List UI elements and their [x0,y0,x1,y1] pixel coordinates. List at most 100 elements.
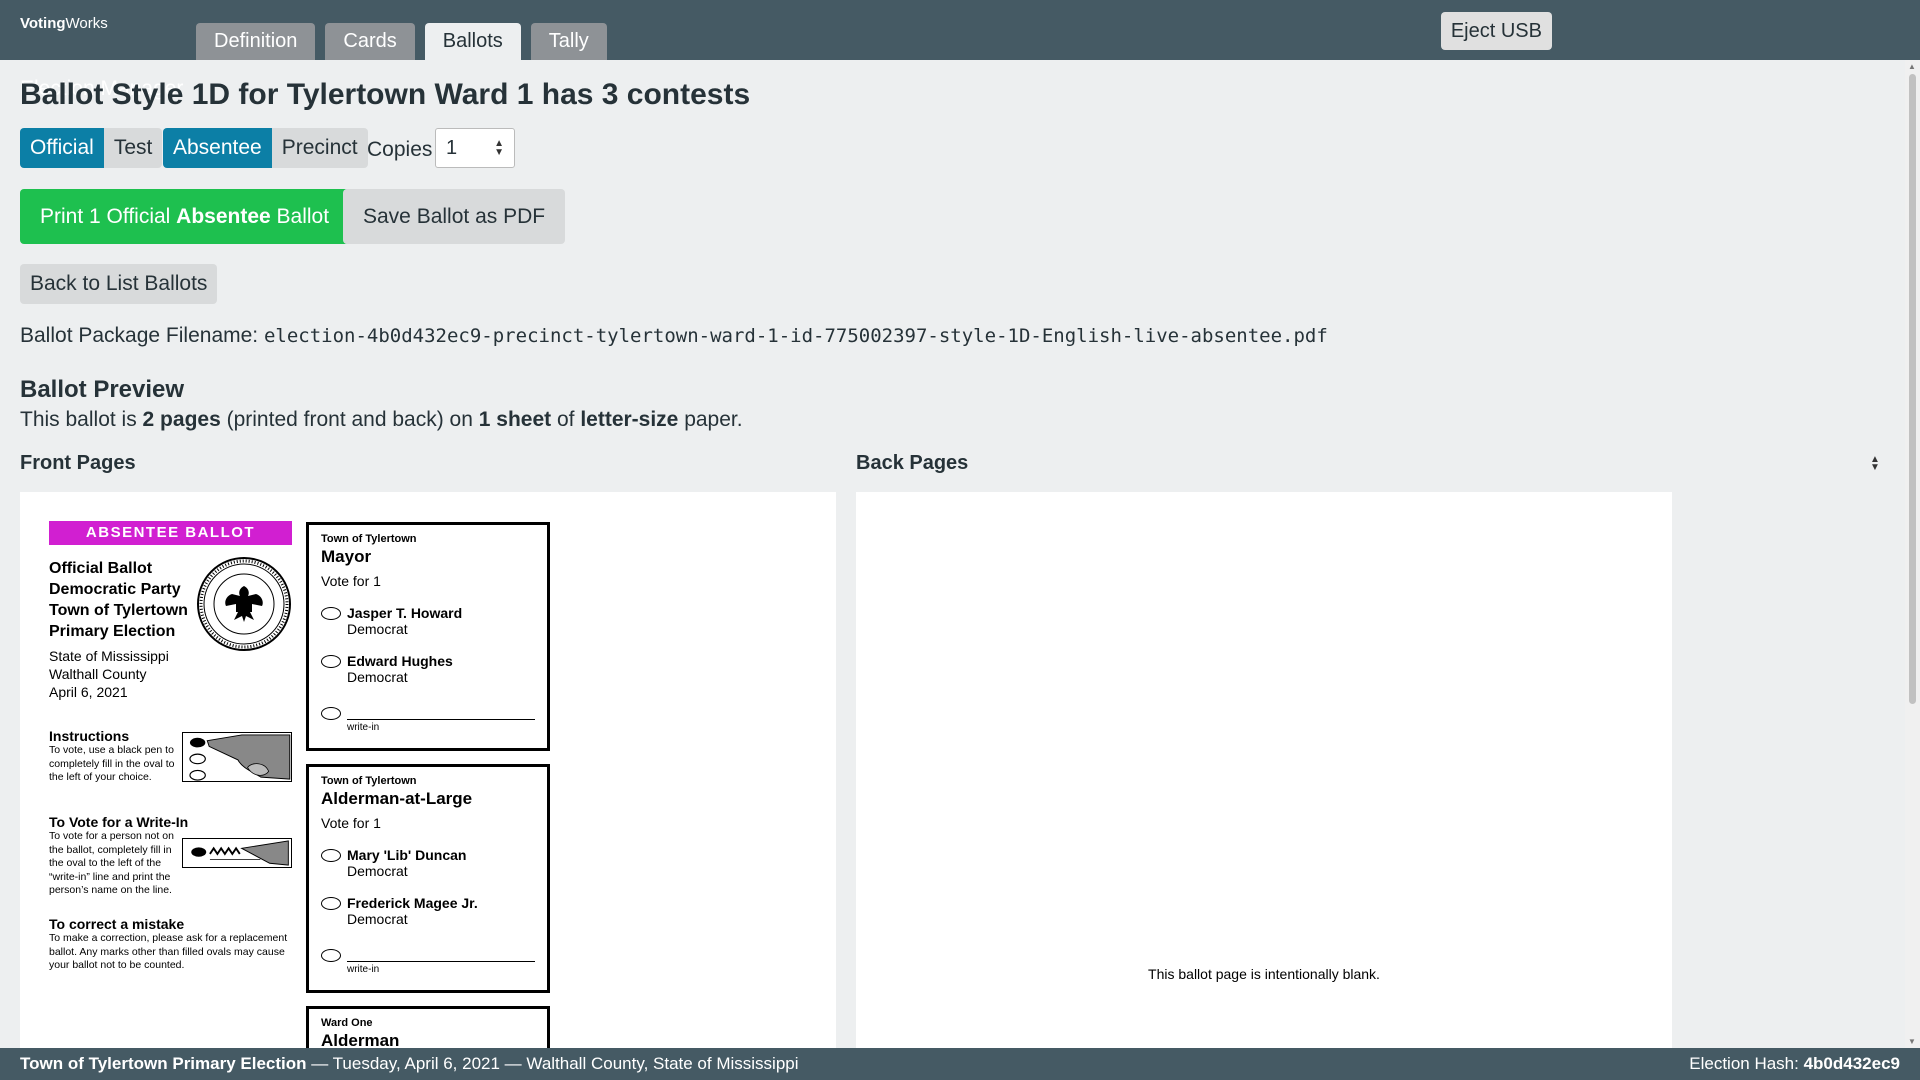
copies-value: 1 [446,137,458,159]
bubble-icon [321,897,341,910]
ballot-title-line: Primary Election [49,623,176,640]
ballot-title-line: Official Ballot [49,560,153,577]
back-pages-title: Back Pages [856,452,969,474]
bubble-icon [321,707,341,720]
correct-text: To make a correction, please ask for a r… [49,932,288,971]
ballot-mode-toggle: Official Test [20,128,163,168]
print-bold: Absentee [176,205,271,228]
page-title: Ballot Style 1D for Tylertown Ward 1 has… [20,78,751,111]
ballot-title: Official Ballot Democratic Party Town of… [49,558,209,642]
copies-label: Copies [367,138,433,161]
brand-works: Works [65,15,108,32]
correct-mistake-block: To correct a mistake To make a correctio… [49,916,289,973]
status-footer: Town of Tylertown Primary Election — Tue… [0,1048,1920,1080]
tab-ballots[interactable]: Ballots [424,23,521,60]
absentee-banner: ABSENTEE BALLOT [49,521,292,545]
tab-definition[interactable]: Definition [196,23,316,60]
writein-label: write-in [347,964,380,975]
back-to-list-button[interactable]: Back to List Ballots [20,264,218,304]
nav-tabs: Definition Cards Ballots Tally [196,23,607,60]
writein-illustration [182,838,292,868]
writein-help-heading: To Vote for a Write-In [49,814,189,830]
ballot-type-toggle: Absentee Precinct [163,128,368,168]
state-seal-icon [197,557,291,651]
main-content: Ballot Style 1D for Tylertown Ward 1 has… [0,60,1905,1048]
bubble-icon [321,655,341,668]
candidate-name: Mary 'Lib' Duncan [347,847,467,863]
candidate-name: Edward Hughes [347,653,453,669]
candidate-party: Democrat [347,669,408,685]
page-scrollbar[interactable]: ▲ ▼ [1905,60,1920,1048]
election-date: Tuesday, April 6, 2021 [332,1054,500,1073]
writein-line [347,949,535,962]
candidate-option[interactable]: Mary 'Lib' Duncan Democrat [321,847,535,879]
writein-line [347,707,535,720]
sort-icon[interactable]: ▲ ▼ [1870,455,1880,473]
writein-option[interactable]: write-in [321,707,535,733]
scroll-down-icon[interactable]: ▼ [1908,1037,1916,1046]
test-option[interactable]: Test [103,128,163,168]
contest-jurisdiction: Town of Tylertown [321,533,417,545]
summary-text: of [551,408,581,431]
candidate-name: Frederick Magee Jr. [347,895,478,911]
package-filename: Ballot Package Filename: election-4b0d43… [20,324,1328,348]
instructions-heading: Instructions [49,728,130,744]
election-location: Walthall County, State of Mississippi [526,1054,799,1073]
copies-input[interactable]: 1 ▲ ▼ [435,128,515,168]
front-page-preview: ABSENTEE BALLOT Official Ballot Democrat… [20,492,836,1048]
bubble-icon [321,949,341,962]
print-suffix: Ballot [270,205,330,228]
writein-option[interactable]: write-in [321,949,535,975]
blank-page-text: This ballot page is intentionally blank. [1148,966,1380,982]
ballot-title-line: Democratic Party [49,581,181,598]
brand-voting: Voting [20,15,66,32]
filename-value: election-4b0d432ec9-precinct-tylertown-w… [263,325,1328,347]
fill-oval-illustration [182,732,292,782]
ballot-summary: This ballot is 2 pages (printed front an… [20,408,743,432]
print-ballot-button[interactable]: Print 1 Official Absentee Ballot [20,189,350,244]
precinct-option[interactable]: Precinct [271,128,368,168]
contest-vote-for: Vote for 1 [321,815,381,831]
summary-text: This ballot is [20,408,143,431]
candidate-option[interactable]: Frederick Magee Jr. Democrat [321,895,535,927]
contest-mayor: Town of Tylertown Mayor Vote for 1 Jaspe… [306,522,550,751]
spinner-icon[interactable]: ▲ ▼ [494,139,504,158]
print-prefix: Print 1 Official [40,205,177,228]
candidate-option[interactable]: Edward Hughes Democrat [321,653,535,685]
filename-label: Ballot Package Filename: [20,324,264,347]
official-option[interactable]: Official [20,128,104,168]
contest-jurisdiction: Town of Tylertown [321,775,417,787]
candidate-party: Democrat [347,621,408,637]
summary-paper: letter-size [580,408,679,431]
ballot-title-line: Town of Tylertown [49,602,188,619]
election-name: Town of Tylertown Primary Election [20,1054,307,1073]
eject-usb-button[interactable]: Eject USB [1440,12,1552,50]
app-header: VotingWorks Election Manager Definition … [0,0,1920,99]
summary-sheets: 1 sheet [478,408,552,431]
bubble-icon [321,849,341,862]
candidate-option[interactable]: Jasper T. Howard Democrat [321,605,535,637]
contest-alderman: Ward One Alderman [306,1006,550,1048]
election-hash: Election Hash: 4b0d432ec9 [1689,1048,1900,1080]
ballot-date: April 6, 2021 [49,684,128,700]
back-page-preview: This ballot page is intentionally blank. [856,492,1672,1048]
brand: VotingWorks Election Manager [20,15,183,99]
candidate-name: Jasper T. Howard [347,605,463,621]
contest-office: Alderman-at-Large [321,789,473,808]
contest-office: Alderman [321,1031,400,1048]
save-pdf-button[interactable]: Save Ballot as PDF [343,189,566,244]
writein-label: write-in [347,722,380,733]
hash-label: Election Hash: [1689,1054,1804,1073]
candidate-party: Democrat [347,911,408,927]
hash-value: 4b0d432ec9 [1803,1054,1900,1073]
bubble-icon [321,607,341,620]
tab-tally[interactable]: Tally [530,23,607,60]
scrollbar-thumb[interactable] [1909,74,1916,704]
scroll-up-icon[interactable]: ▲ [1908,62,1916,71]
tab-cards[interactable]: Cards [325,23,415,60]
front-pages-title: Front Pages [20,452,136,474]
absentee-option[interactable]: Absentee [163,128,272,168]
ballot-state: State of Mississippi [49,648,169,664]
instructions-text: To vote, use a black pen to completely f… [49,744,175,783]
separator: — [499,1054,527,1073]
